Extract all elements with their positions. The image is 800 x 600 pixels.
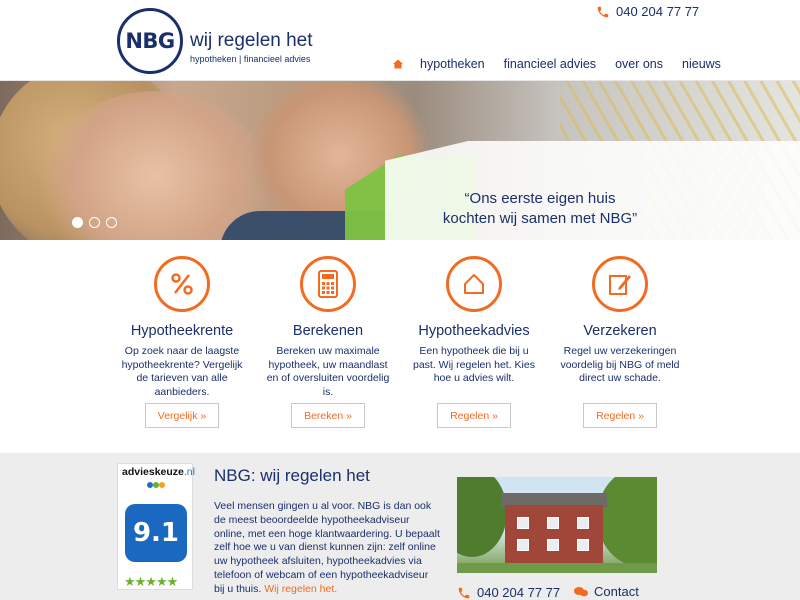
- slider-dot-3[interactable]: [106, 217, 117, 228]
- about-text: Veel mensen gingen u al voor. NBG is dan…: [214, 500, 440, 597]
- feature-berekenen: Berekenen Bereken uw maximale hypotheek,…: [255, 256, 401, 428]
- about-title: NBG: wij regelen het: [214, 466, 370, 485]
- feature-title[interactable]: Hypotheekrente: [131, 323, 233, 339]
- photo-tree-left: [457, 477, 507, 557]
- phone-icon: [458, 587, 470, 598]
- logo-tagline: wij regelen het: [190, 30, 313, 51]
- feature-text: Regel uw verzekeringen voordelig bij NBG…: [560, 345, 680, 384]
- about-phone[interactable]: 040 204 77 77: [457, 585, 560, 600]
- nbg-logo[interactable]: NBG: [117, 8, 183, 74]
- nav-financieel-advies[interactable]: financieel advies: [504, 57, 596, 71]
- feature-list: Hypotheekrente Op zoek naar de laagste h…: [109, 256, 693, 428]
- regelen-advies-button[interactable]: Regelen »: [437, 403, 511, 428]
- contact-label: Contact: [594, 584, 639, 599]
- about-phone-number: 040 204 77 77: [477, 585, 561, 600]
- feature-hypotheekrente: Hypotheekrente Op zoek naar de laagste h…: [109, 256, 255, 428]
- nav-nieuws[interactable]: nieuws: [682, 57, 721, 71]
- badge-title: advieskeuze.nl: [122, 466, 195, 478]
- logo-text: NBG: [125, 29, 175, 53]
- feature-verzekeren: Verzekeren Regel uw verzekeringen voorde…: [547, 256, 693, 428]
- contact-link[interactable]: Contact: [574, 584, 639, 599]
- feature-title[interactable]: Hypotheekadvies: [418, 323, 529, 339]
- house-icon[interactable]: [446, 256, 502, 312]
- header-phone[interactable]: 040 204 77 77: [596, 4, 699, 19]
- hero-quote-line1: “Ons eerste eigen huis: [464, 190, 616, 207]
- calculator-icon[interactable]: [300, 256, 356, 312]
- photo-building: [505, 505, 603, 565]
- about-link[interactable]: Wij regelen het.: [264, 583, 337, 595]
- about-body: Veel mensen gingen u al voor. NBG is dan…: [214, 500, 440, 595]
- photo-grass: [457, 563, 657, 573]
- badge-logo-strip: [122, 481, 190, 490]
- photo-window: [517, 539, 529, 551]
- feature-text: Bereken uw maximale hypotheek, uw maandl…: [266, 345, 390, 398]
- advieskeuze-badge[interactable]: advieskeuze.nl 9.1 ★★★★★: [117, 463, 195, 590]
- photo-window: [547, 517, 559, 529]
- office-photo: [457, 477, 657, 573]
- phone-icon: [597, 6, 609, 17]
- badge-score: 9.1: [132, 518, 180, 548]
- header-phone-number: 040 204 77 77: [616, 4, 700, 19]
- regelen-verzekeren-button[interactable]: Regelen »: [583, 403, 657, 428]
- nav-hypotheken[interactable]: hypotheken: [420, 57, 485, 71]
- feature-text: Een hypotheek die bij u past. Wij regele…: [413, 345, 535, 384]
- slider-dot-1[interactable]: [72, 217, 83, 228]
- hero-banner: “Ons eerste eigen huis kochten wij samen…: [0, 81, 800, 240]
- photo-window: [517, 517, 529, 529]
- badge-stars: ★★★★★: [124, 574, 178, 589]
- chat-icon: [574, 586, 588, 596]
- feature-title[interactable]: Berekenen: [293, 323, 363, 339]
- site-header: NBG wij regelen het hypotheken | financi…: [0, 0, 800, 81]
- main-nav: hypotheken financieel advies over ons ni…: [393, 57, 740, 71]
- about-section: advieskeuze.nl 9.1 ★★★★★ NBG: wij regele…: [0, 453, 800, 600]
- nav-over-ons[interactable]: over ons: [615, 57, 663, 71]
- bereken-button[interactable]: Bereken »: [291, 403, 365, 428]
- slider-dot-2[interactable]: [89, 217, 100, 228]
- photo-tree-right: [597, 477, 657, 567]
- feature-title[interactable]: Verzekeren: [583, 323, 656, 339]
- feature-text: Op zoek naar de laagste hypotheekrente? …: [121, 345, 243, 398]
- hero-quote: “Ons eerste eigen huis kochten wij samen…: [430, 189, 650, 229]
- hero-quote-line2: kochten wij samen met NBG”: [442, 210, 638, 227]
- percent-icon[interactable]: [154, 256, 210, 312]
- feature-hypotheekadvies: Hypotheekadvies Een hypotheek die bij u …: [401, 256, 547, 428]
- slider-dots: [72, 217, 117, 228]
- pencil-icon[interactable]: [592, 256, 648, 312]
- badge-score-box: 9.1: [125, 504, 187, 562]
- photo-window: [577, 517, 589, 529]
- logo-subtagline: hypotheken | financieel advies: [190, 54, 311, 64]
- photo-window: [547, 539, 559, 551]
- vergelijk-button[interactable]: Vergelijk »: [144, 403, 220, 428]
- photo-window: [577, 539, 589, 551]
- home-icon[interactable]: [393, 59, 403, 69]
